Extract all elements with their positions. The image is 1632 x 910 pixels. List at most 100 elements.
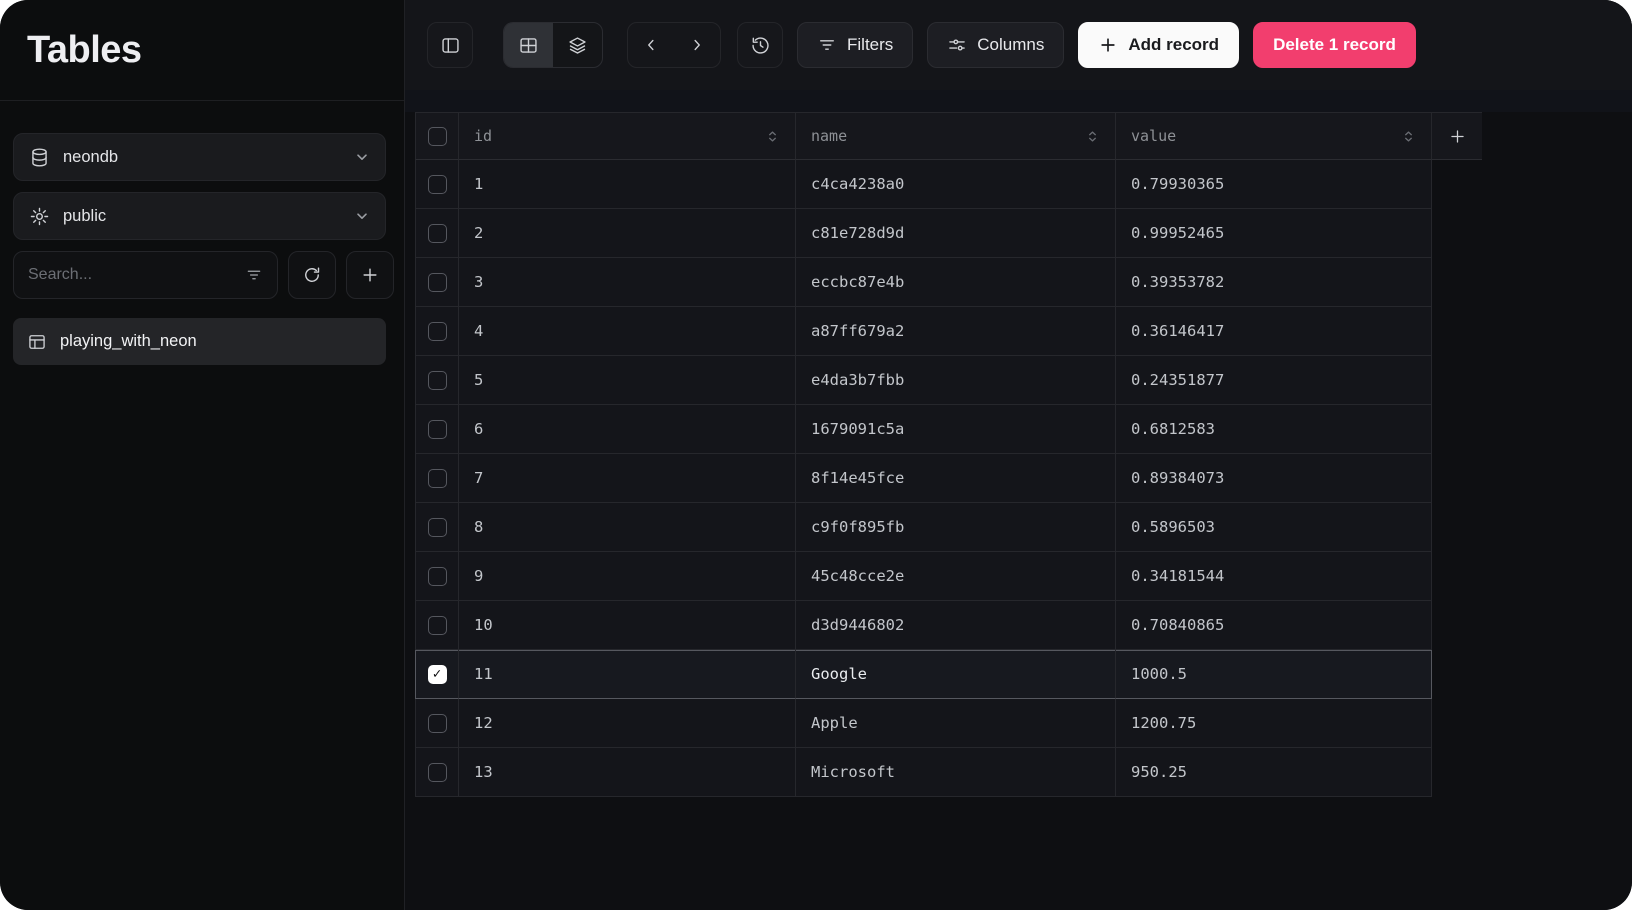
cell-name[interactable]: a87ff679a2 [796, 307, 1116, 356]
cell-value[interactable]: 0.99952465 [1116, 209, 1432, 258]
column-header-name[interactable]: name [796, 112, 1116, 160]
columns-button[interactable]: Columns [927, 22, 1064, 68]
cell-value[interactable]: 0.89384073 [1116, 454, 1432, 503]
schema-select-value: public [63, 207, 106, 226]
row-select-cell [415, 601, 459, 650]
previous-page-button[interactable] [628, 23, 674, 67]
row-checkbox[interactable] [428, 763, 447, 782]
row-checkbox[interactable] [428, 371, 447, 390]
row-checkbox[interactable] [428, 665, 447, 684]
cell-name[interactable]: eccbc87e4b [796, 258, 1116, 307]
add-column-button[interactable] [1432, 112, 1482, 160]
add-table-button[interactable] [346, 251, 394, 299]
cell-id[interactable]: 2 [459, 209, 796, 258]
cell-value[interactable]: 0.34181544 [1116, 552, 1432, 601]
row-checkbox[interactable] [428, 616, 447, 635]
sidebar-header: Tables [0, 0, 404, 101]
table-row: 2 c81e728d9d 0.99952465 [415, 209, 1482, 258]
add-record-button[interactable]: Add record [1078, 22, 1239, 68]
row-select-cell [415, 454, 459, 503]
row-checkbox[interactable] [428, 175, 447, 194]
cell-name[interactable]: c4ca4238a0 [796, 160, 1116, 209]
row-spacer [1432, 650, 1482, 699]
delete-record-button-label: Delete 1 record [1273, 35, 1396, 55]
select-all-checkbox[interactable] [428, 127, 447, 146]
sort-icon[interactable] [1085, 129, 1100, 144]
row-checkbox[interactable] [428, 469, 447, 488]
cell-name[interactable]: Microsoft [796, 748, 1116, 797]
sidebar-item-playing-with-neon[interactable]: playing_with_neon [13, 318, 386, 365]
row-checkbox[interactable] [428, 322, 447, 341]
cell-name[interactable]: e4da3b7fbb [796, 356, 1116, 405]
cell-name[interactable]: Google [796, 650, 1116, 699]
cell-id[interactable]: 7 [459, 454, 796, 503]
cell-value[interactable]: 0.39353782 [1116, 258, 1432, 307]
table-icon [27, 332, 47, 352]
cell-name[interactable]: 1679091c5a [796, 405, 1116, 454]
grid-view-button[interactable] [504, 23, 553, 67]
row-spacer [1432, 552, 1482, 601]
database-select-value: neondb [63, 148, 118, 167]
cell-value[interactable]: 0.6812583 [1116, 405, 1432, 454]
cell-name[interactable]: c9f0f895fb [796, 503, 1116, 552]
cell-id[interactable]: 5 [459, 356, 796, 405]
cell-id[interactable]: 12 [459, 699, 796, 748]
column-header-value[interactable]: value [1116, 112, 1432, 160]
cell-name[interactable]: 8f14e45fce [796, 454, 1116, 503]
schema-select[interactable]: public [13, 192, 386, 240]
search-filter-icon[interactable] [245, 266, 263, 284]
cell-value[interactable]: 0.24351877 [1116, 356, 1432, 405]
layers-view-button[interactable] [553, 23, 602, 67]
toolbar-divider-strip [405, 90, 1632, 112]
filters-button[interactable]: Filters [797, 22, 913, 68]
row-spacer [1432, 258, 1482, 307]
row-checkbox[interactable] [428, 518, 447, 537]
columns-button-label: Columns [977, 35, 1044, 55]
cell-name[interactable]: d3d9446802 [796, 601, 1116, 650]
refresh-button[interactable] [288, 251, 336, 299]
sort-icon[interactable] [765, 129, 780, 144]
row-checkbox[interactable] [428, 714, 447, 733]
cell-value[interactable]: 0.5896503 [1116, 503, 1432, 552]
plus-icon [360, 265, 380, 285]
database-icon [29, 147, 50, 168]
cell-name[interactable]: c81e728d9d [796, 209, 1116, 258]
row-checkbox[interactable] [428, 420, 447, 439]
delete-record-button[interactable]: Delete 1 record [1253, 22, 1416, 68]
cell-value[interactable]: 0.79930365 [1116, 160, 1432, 209]
cell-name[interactable]: Apple [796, 699, 1116, 748]
next-page-button[interactable] [674, 23, 720, 67]
database-select[interactable]: neondb [13, 133, 386, 181]
view-mode-switcher [503, 22, 603, 68]
row-checkbox[interactable] [428, 224, 447, 243]
row-checkbox[interactable] [428, 567, 447, 586]
cell-id[interactable]: 9 [459, 552, 796, 601]
table-row: 4 a87ff679a2 0.36146417 [415, 307, 1482, 356]
column-header-id[interactable]: id [459, 112, 796, 160]
cell-id[interactable]: 10 [459, 601, 796, 650]
cell-value[interactable]: 0.70840865 [1116, 601, 1432, 650]
row-spacer [1432, 503, 1482, 552]
cell-id[interactable]: 1 [459, 160, 796, 209]
cell-name[interactable]: 45c48cce2e [796, 552, 1116, 601]
refresh-icon [302, 265, 322, 285]
cell-id[interactable]: 4 [459, 307, 796, 356]
cell-id[interactable]: 3 [459, 258, 796, 307]
table-row: 12 Apple 1200.75 [415, 699, 1482, 748]
cell-value[interactable]: 1000.5 [1116, 650, 1432, 699]
sort-icon[interactable] [1401, 129, 1416, 144]
cell-id[interactable]: 8 [459, 503, 796, 552]
row-checkbox[interactable] [428, 273, 447, 292]
table-row: 1 c4ca4238a0 0.79930365 [415, 160, 1482, 209]
cell-value[interactable]: 1200.75 [1116, 699, 1432, 748]
row-spacer [1432, 405, 1482, 454]
search-input[interactable] [28, 266, 235, 284]
cell-value[interactable]: 950.25 [1116, 748, 1432, 797]
history-button[interactable] [737, 22, 783, 68]
sidebar-toggle-button[interactable] [427, 22, 473, 68]
cell-value[interactable]: 0.36146417 [1116, 307, 1432, 356]
cell-id[interactable]: 11 [459, 650, 796, 699]
cell-id[interactable]: 13 [459, 748, 796, 797]
sidebar-item-label: playing_with_neon [60, 332, 197, 351]
cell-id[interactable]: 6 [459, 405, 796, 454]
